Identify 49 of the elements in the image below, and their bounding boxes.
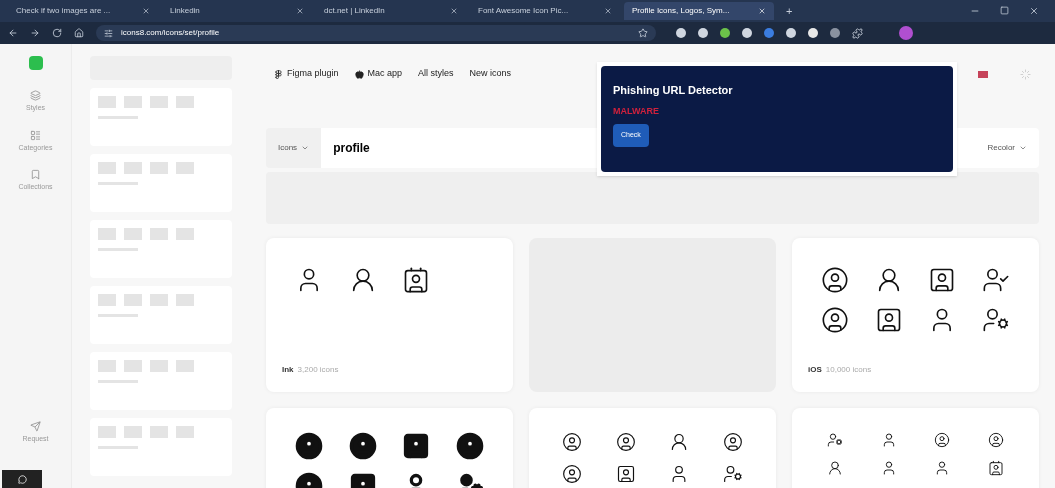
nav-link[interactable]: Figma plugin — [274, 67, 339, 81]
close-icon[interactable] — [142, 7, 150, 15]
extension-icon[interactable] — [808, 28, 818, 38]
icon-style-card[interactable]: iOS 10,000 icons — [792, 238, 1039, 392]
recolor-dropdown[interactable]: Recolor — [975, 128, 1039, 168]
loading-icon — [1020, 68, 1031, 80]
home-icon[interactable] — [74, 28, 84, 38]
forward-icon[interactable] — [30, 28, 40, 38]
site-settings-icon[interactable] — [104, 28, 113, 38]
icon-style-card[interactable]: Ink 3,200 icons — [266, 238, 513, 392]
chat-button[interactable] — [2, 470, 42, 488]
chevron-down-icon[interactable] — [301, 144, 310, 152]
maximize-icon[interactable] — [1000, 6, 1009, 15]
browser-tab[interactable]: Font Awesome Icon Pic... — [470, 2, 620, 20]
figma-icon[interactable] — [274, 69, 283, 79]
style-name: iOS — [808, 364, 822, 376]
close-icon[interactable] — [450, 7, 458, 15]
extension-icon[interactable] — [742, 28, 752, 38]
new-tab-button[interactable]: + — [778, 2, 801, 20]
nav-link[interactable]: Mac app — [354, 67, 403, 81]
style-name: Ink — [282, 364, 294, 376]
browser-tab[interactable]: Linkedin — [162, 2, 312, 20]
profile-avatar[interactable] — [899, 26, 913, 40]
puzzle-icon[interactable] — [852, 27, 863, 39]
close-icon[interactable] — [604, 7, 612, 15]
flag-icon[interactable] — [978, 70, 988, 78]
back-icon[interactable] — [8, 28, 18, 38]
nav-link[interactable]: All styles — [418, 67, 454, 81]
chevron-down-icon[interactable] — [1019, 144, 1027, 152]
extension-icon[interactable] — [720, 28, 730, 38]
icon-count: 10,000 icons — [825, 364, 872, 376]
close-icon[interactable] — [1029, 6, 1039, 16]
icon-count: 3,200 icons — [297, 364, 339, 376]
apple-icon[interactable] — [354, 69, 364, 79]
browser-tab[interactable]: dct.net | LinkedIn — [316, 2, 466, 20]
extension-icon[interactable] — [786, 28, 796, 38]
close-icon[interactable] — [296, 7, 304, 15]
bookmark-star-icon[interactable] — [638, 28, 648, 38]
scope-dropdown[interactable]: Icons — [266, 128, 322, 168]
chat-icon[interactable] — [17, 474, 27, 484]
verdict-label: MALWARE — [613, 104, 660, 118]
browser-tab[interactable]: Profile Icons, Logos, Sym... — [624, 2, 774, 20]
extension-icon[interactable] — [676, 28, 686, 38]
browser-tab[interactable]: Check if two images are ... — [8, 2, 158, 20]
extension-icon[interactable] — [698, 28, 708, 38]
popup-title: Phishing URL Detector — [613, 83, 734, 98]
address-bar[interactable]: icons8.com/icons/set/profile — [96, 25, 656, 41]
reload-icon[interactable] — [52, 28, 62, 38]
nav-link[interactable]: New icons — [469, 67, 512, 81]
